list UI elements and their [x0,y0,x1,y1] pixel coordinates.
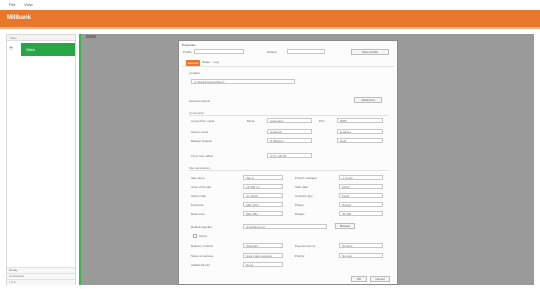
location-input[interactable]: C:\Data\Projects\Site A [191,79,295,84]
field-label: Budget [295,212,305,216]
app-header-bar: Millbank [0,10,540,29]
budget-input[interactable]: 45,000 [339,211,383,216]
save-profile-button[interactable]: Save profile [351,49,389,55]
field-label: Site name [191,176,205,180]
app-header-shadow [0,27,540,29]
section-rule [189,170,389,171]
tab-underline [182,66,394,67]
active-label: Active [199,234,208,238]
delivery-select[interactable]: Standard [243,243,283,248]
backup-input[interactable]: D:\Backup [267,138,312,143]
profile-label: Profile [183,50,192,54]
profile-select[interactable] [194,49,244,54]
timezone-select[interactable]: UTC +00:00 [267,153,312,158]
start-date-input[interactable]: 01/03 [339,184,383,189]
row-label: Time zone offset [191,154,214,158]
client-code-input[interactable]: CL-0042 [243,193,283,198]
payment-select[interactable]: 30 days [339,243,383,248]
sidebar-header: Sites [7,35,75,41]
manager-input[interactable]: J. Smith [339,175,383,180]
location-label: Location [189,71,201,75]
row-label: Backup location [191,139,213,143]
area-input[interactable]: 12,500 m² [243,184,283,189]
window-titlebar: File View [0,0,540,10]
ok-button[interactable]: OK [351,276,367,282]
status-line-3: v 2.4 [7,279,75,285]
dialog-title: Properties [182,43,196,47]
port-label: Port [319,119,325,123]
field-label: Postcode [191,203,204,207]
general-options-label: General options [189,99,211,103]
field-label: Area of the site [191,185,212,189]
supplier-select[interactable]: Northwind Ltd [243,224,327,229]
menu-file[interactable]: File [9,2,15,7]
expand-icon[interactable]: + [9,45,17,53]
postcode-input[interactable]: AB1 2CD [243,202,283,207]
backup-frequency[interactable]: Daily [337,138,383,143]
site-name-input[interactable]: Site A [243,175,283,180]
field-label: Default supplier [191,225,212,229]
mode-label: Mode [247,119,255,123]
mode-select[interactable]: Automatic [267,118,312,123]
cancel-button[interactable]: Cancel [370,276,390,282]
field-label: Payment terms [295,244,316,248]
additional-info-input[interactable]: None [243,262,283,267]
app-name: Millbank [7,15,32,21]
field-label: Notes on access [191,254,214,258]
server-option[interactable]: Enabled [337,129,383,134]
field-label: Priority [295,254,305,258]
sidebar-item-sites[interactable]: Sites [21,43,75,56]
default-label: Default [267,50,277,54]
field-label: Phase [295,203,304,207]
row-label: Server name [191,130,209,134]
field-label: Additional info [191,263,210,267]
priority-select[interactable]: Normal [339,253,383,258]
port-input[interactable]: 8080 [337,118,383,123]
workspace-tab[interactable] [86,35,96,38]
row-label: Connection mode [191,119,215,123]
access-notes-input[interactable]: Gate code required [243,253,283,258]
properties-dialog: Properties Profile Default Save profile … [178,40,398,285]
menu-view[interactable]: View [24,2,33,7]
section-rule [189,115,389,116]
field-label: Project manager [295,176,318,180]
server-input[interactable]: localhost [267,129,312,134]
field-label: Client code [191,194,207,198]
phase-select[interactable]: Design [339,202,383,207]
sidebar-item-label: Sites [26,47,35,52]
browse-button[interactable]: Browse [335,223,355,229]
field-label: Start date [295,185,309,189]
reference-input[interactable]: REF-881 [243,211,283,216]
contract-type-select[interactable]: Fixed [339,193,383,198]
active-checkbox[interactable] [193,234,197,238]
field-label: Delivery method [191,244,213,248]
default-select[interactable] [287,49,325,54]
field-label: Reference [191,212,205,216]
sidebar: Sites + Sites Ready Connected v 2.4 [6,34,76,285]
advanced-button[interactable]: Advanced [354,97,382,103]
field-label: Contract type [295,194,313,198]
